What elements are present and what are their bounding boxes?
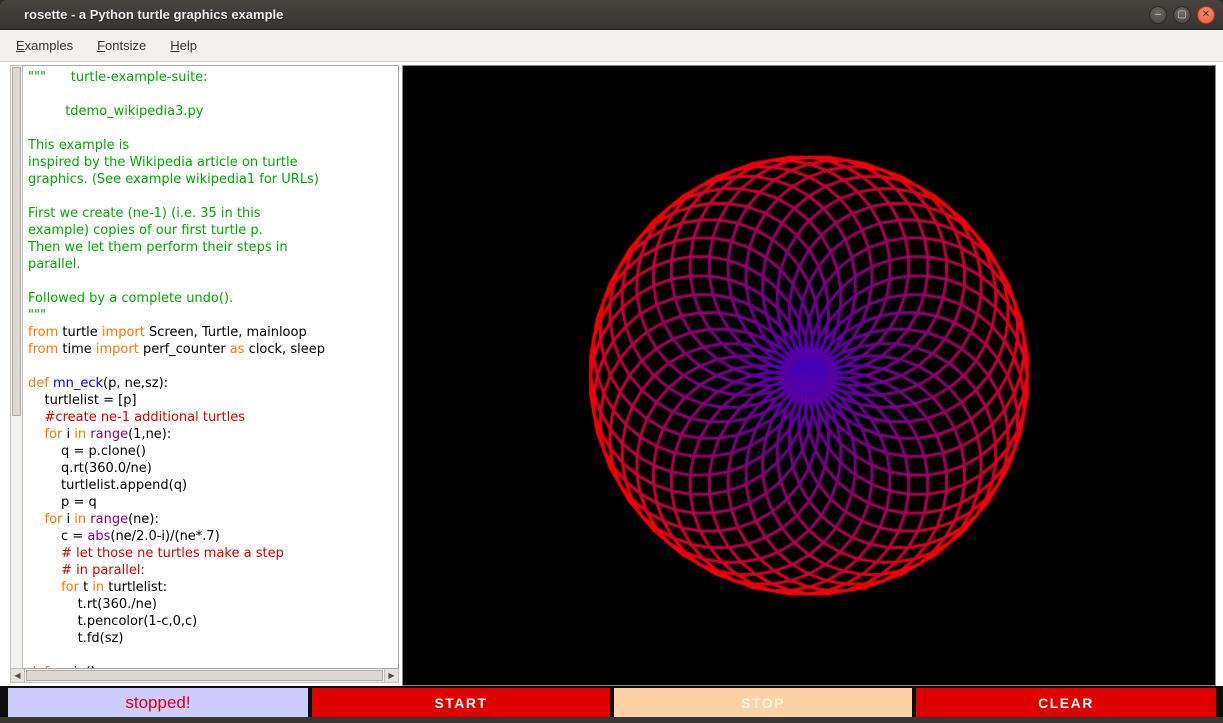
main-area: """ turtle-example-suite: tdemo_wikipedi… (0, 62, 1223, 686)
menu-help[interactable]: Help (158, 31, 209, 60)
titlebar: rosette - a Python turtle graphics examp… (0, 0, 1223, 30)
app-window: rosette - a Python turtle graphics examp… (0, 0, 1223, 723)
window-edge (0, 717, 1223, 723)
menu-fontsize[interactable]: Fontsize (85, 31, 158, 60)
scroll-right-arrow-icon[interactable]: ▶ (384, 669, 398, 682)
turtle-canvas-area (402, 65, 1216, 686)
window-controls: – ▢ ✕ (1149, 0, 1215, 29)
menu-examples[interactable]: Examples (4, 31, 85, 60)
menubar: Examples Fontsize Help (0, 30, 1223, 62)
status-label: stopped! (8, 688, 308, 717)
code-text-widget[interactable]: """ turtle-example-suite: tdemo_wikipedi… (23, 65, 399, 669)
horizontal-scrollbar[interactable]: ◀ ▶ (10, 669, 399, 683)
scroll-left-arrow-icon[interactable]: ◀ (11, 669, 25, 682)
minimize-icon[interactable]: – (1149, 6, 1167, 24)
vertical-scrollbar[interactable] (10, 65, 23, 669)
window-title: rosette - a Python turtle graphics examp… (24, 7, 283, 22)
vertical-scrollbar-thumb[interactable] (12, 67, 21, 416)
start-button[interactable]: START (312, 688, 610, 717)
code-text: """ turtle-example-suite: tdemo_wikipedi… (28, 69, 398, 669)
horizontal-scrollbar-thumb[interactable] (26, 670, 383, 681)
stop-button[interactable]: STOP (614, 688, 912, 717)
close-icon[interactable]: ✕ (1197, 6, 1215, 24)
code-pane: """ turtle-example-suite: tdemo_wikipedi… (10, 65, 399, 686)
maximize-icon[interactable]: ▢ (1173, 6, 1191, 24)
bottom-bar: stopped! START STOP CLEAR (0, 686, 1223, 717)
clear-button[interactable]: CLEAR (916, 688, 1216, 717)
turtle-canvas (403, 66, 1215, 685)
